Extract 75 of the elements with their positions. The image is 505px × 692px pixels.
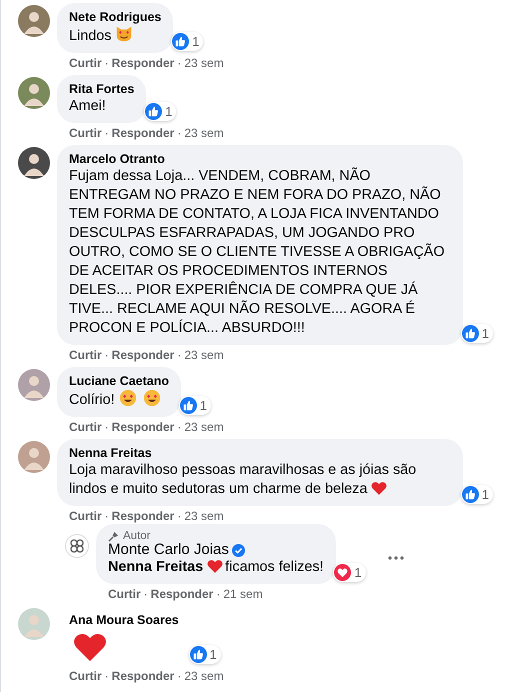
- separator-dot: ·: [104, 420, 109, 434]
- avatar[interactable]: [18, 5, 50, 37]
- separator-dot: ·: [216, 587, 220, 601]
- comment-text: Fujam dessa Loja... VENDEM, COBRAM, NÃO ENTREGAM NO PRAZO E NEM FORA DO PRAZO, NÃO TEM FORMA DE CONTATO, A LOJA FICA INVENTANDO DESCULPAS ESFARRAPADAS, UM JOGANDO PRO OUTRO, COMO SE O CLIENTE TIVESSE A OBRIGAÇÃO DE ACEITAR OS PROCEDIMENTOS INTERNOS DELES.... PIOR EXPERIÊNCIA DE COMPRA QUE JÁ TIVE... RECLAME AQUI NÃO RESOLVE.... AGORA É PROCON E POLÍCIA... ABSURDO!!!: [69, 167, 446, 338]
- reaction-count[interactable]: 1: [333, 563, 366, 582]
- author-name[interactable]: Nenna Freitas: [69, 445, 152, 461]
- author-name[interactable]: Marcelo Otranto: [69, 151, 165, 167]
- avatar[interactable]: [18, 77, 50, 109]
- reaction-count[interactable]: 1: [188, 645, 221, 664]
- separator-dot: ·: [177, 669, 182, 683]
- action-link[interactable]: Curtir: [69, 669, 102, 683]
- heart-eyes-emoji-icon: [118, 389, 137, 407]
- action-link[interactable]: Curtir: [69, 509, 102, 523]
- separator-dot: ·: [177, 348, 182, 362]
- separator-dot: ·: [177, 420, 182, 434]
- timestamp[interactable]: 23 sem: [184, 509, 224, 523]
- heart-eyes-cat-emoji-icon: [115, 25, 134, 43]
- action-link[interactable]: Responder: [112, 509, 174, 523]
- action-link[interactable]: Curtir: [69, 56, 102, 70]
- timestamp[interactable]: 23 sem: [184, 56, 224, 70]
- action-link[interactable]: Curtir: [108, 587, 141, 601]
- timestamp[interactable]: 23 sem: [184, 126, 224, 140]
- reaction-count[interactable]: 1: [460, 324, 493, 343]
- reaction-count[interactable]: 1: [171, 32, 204, 51]
- avatar[interactable]: [18, 147, 50, 179]
- separator-dot: ·: [104, 509, 109, 523]
- like-icon: [190, 646, 207, 663]
- separator-dot: ·: [104, 348, 109, 362]
- reaction-count[interactable]: 1: [178, 396, 212, 415]
- action-link[interactable]: Responder: [112, 420, 174, 434]
- action-link[interactable]: Responder: [112, 126, 174, 140]
- comment-text: Nenna Freitas ficamos felizes!: [108, 558, 324, 577]
- logo-icon[interactable]: [65, 534, 89, 558]
- comment-text: Loja maravilhoso pessoas maravilhosas e as jóias são lindos e muito sedutoras um charme de beleza: [69, 461, 418, 499]
- separator-dot: ·: [104, 126, 109, 140]
- comment-text: Amei!: [69, 97, 107, 116]
- author-label: Autor: [123, 530, 150, 542]
- separator-dot: ·: [144, 587, 148, 601]
- more-options-icon[interactable]: [388, 556, 404, 560]
- author-name[interactable]: Ana Moura Soares: [69, 612, 179, 628]
- comment-text: Colírio!: [69, 389, 170, 410]
- action-link[interactable]: Responder: [150, 587, 214, 601]
- separator-dot: ·: [177, 509, 182, 523]
- like-icon: [145, 103, 162, 120]
- author-name[interactable]: Nete Rodrigues: [69, 9, 162, 25]
- author-name[interactable]: Luciane Caetano: [69, 373, 170, 389]
- action-link[interactable]: Responder: [112, 56, 174, 70]
- separator-dot: ·: [104, 669, 109, 683]
- reaction-count[interactable]: 1: [144, 102, 176, 121]
- like-icon: [462, 486, 479, 503]
- heart-emoji-icon: [371, 481, 388, 496]
- author-name[interactable]: Monte Carlo Joias: [108, 542, 229, 558]
- action-link[interactable]: Curtir: [69, 348, 102, 362]
- action-link[interactable]: Responder: [112, 669, 174, 683]
- reaction-count[interactable]: 1: [460, 485, 493, 504]
- author-name[interactable]: Rita Fortes: [69, 81, 134, 97]
- action-link[interactable]: Curtir: [69, 420, 102, 434]
- microphone-icon: [108, 530, 119, 542]
- action-link[interactable]: Curtir: [69, 126, 102, 140]
- heart-emoji-icon: [207, 559, 224, 574]
- action-link[interactable]: Responder: [112, 348, 174, 362]
- separator-dot: ·: [177, 126, 182, 140]
- like-icon: [172, 33, 190, 50]
- timestamp[interactable]: 23 sem: [184, 348, 224, 362]
- separator-dot: ·: [104, 56, 109, 70]
- timestamp[interactable]: 23 sem: [184, 669, 224, 683]
- heart-emoji-icon: [73, 632, 107, 663]
- love-icon: [334, 564, 352, 581]
- timestamp[interactable]: 23 sem: [184, 420, 224, 434]
- timestamp[interactable]: 21 sem: [223, 587, 263, 601]
- comment-text: Lindos: [69, 25, 162, 46]
- like-icon: [180, 397, 197, 414]
- like-icon: [462, 325, 479, 342]
- separator-dot: ·: [177, 56, 182, 70]
- heart-eyes-emoji-icon: [142, 389, 161, 407]
